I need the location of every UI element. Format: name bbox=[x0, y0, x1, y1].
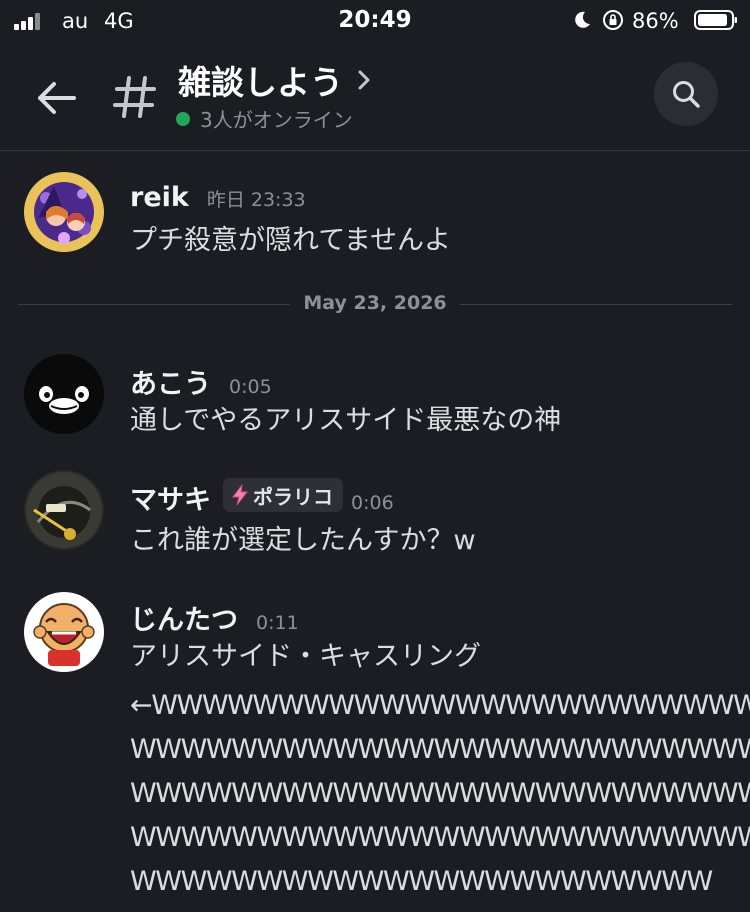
message-header: あこう 0:05 bbox=[130, 362, 272, 401]
search-button[interactable] bbox=[654, 62, 718, 126]
message-followup[interactable]: ←WWWWWWWWWWWWWWWWWWWWWWWWW WWWWWWWWWWWWW… bbox=[130, 684, 750, 904]
message-time: 0:06 bbox=[351, 492, 394, 514]
back-arrow-icon bbox=[38, 82, 76, 114]
status-time: 20:49 bbox=[338, 7, 412, 33]
lightning-bolt-icon bbox=[232, 484, 249, 506]
message-text: アリスサイド・キャスリング bbox=[130, 641, 481, 672]
signal-icon bbox=[14, 12, 46, 30]
moon-icon bbox=[575, 11, 590, 28]
message-item[interactable]: reik 昨日 23:33 プチ殺意が隠れてませんよ bbox=[0, 172, 750, 262]
author-name[interactable]: あこう bbox=[130, 362, 211, 401]
status-bar: au 4G 20:49 86% bbox=[0, 0, 750, 44]
author-name[interactable]: じんたつ bbox=[130, 598, 238, 637]
message-time: 昨日 23:33 bbox=[206, 189, 306, 211]
back-button[interactable] bbox=[30, 72, 82, 124]
message-header: reik 昨日 23:33 bbox=[130, 182, 306, 213]
search-icon bbox=[673, 81, 700, 108]
message-text-line: WWWWWWWWWWWWWWWWWWWWWWWWW bbox=[130, 734, 750, 765]
avatar[interactable] bbox=[24, 172, 104, 252]
rotation-lock-icon bbox=[603, 10, 623, 30]
author-name[interactable]: reik bbox=[130, 182, 189, 213]
message-text: 通しでやるアリスサイド最悪なの神 bbox=[130, 405, 562, 436]
chevron-right-icon bbox=[358, 70, 370, 90]
message-header: マサキ ポラリコ 0:06 bbox=[130, 478, 394, 517]
avatar-image bbox=[24, 172, 104, 252]
message-text: プチ殺意が隠れてませんよ bbox=[130, 225, 452, 256]
avatar[interactable] bbox=[24, 470, 104, 550]
carrier-label: au bbox=[62, 9, 89, 33]
message-text-line: WWWWWWWWWWWWWWWWWWWWWWWWW bbox=[130, 778, 750, 809]
message-text: これ誰が選定したんすか？w bbox=[130, 525, 476, 556]
battery-icon bbox=[694, 10, 737, 30]
online-dot-icon bbox=[176, 111, 190, 126]
clan-tag[interactable]: ポラリコ bbox=[223, 478, 343, 512]
hash-icon bbox=[113, 76, 156, 118]
channel-header: 雑談しよう 3人がオンライン bbox=[0, 44, 750, 150]
date-separator: May 23, 2026 bbox=[18, 290, 732, 320]
avatar[interactable] bbox=[24, 354, 104, 434]
channel-title[interactable]: 雑談しよう bbox=[178, 56, 371, 104]
message-text-line: WWWWWWWWWWWWWWWWWWWWWWWWW bbox=[130, 822, 750, 853]
message-time: 0:11 bbox=[256, 612, 299, 634]
message-time: 0:05 bbox=[229, 376, 272, 398]
message-header: じんたつ 0:11 bbox=[130, 598, 299, 637]
battery-percent: 86% bbox=[632, 9, 679, 33]
online-count: 3人がオンライン bbox=[200, 108, 353, 132]
network-type: 4G bbox=[104, 9, 134, 33]
channel-name: 雑談しよう bbox=[178, 63, 343, 102]
online-status: 3人がオンライン bbox=[176, 104, 353, 133]
avatar-image bbox=[24, 592, 104, 672]
author-name[interactable]: マサキ bbox=[130, 478, 211, 517]
avatar-image bbox=[24, 354, 104, 434]
message-item[interactable]: マサキ ポラリコ 0:06 これ誰が選定したんすか？w bbox=[0, 470, 750, 560]
avatar[interactable] bbox=[24, 592, 104, 672]
date-label: May 23, 2026 bbox=[303, 292, 447, 314]
message-item[interactable]: あこう 0:05 通しでやるアリスサイド最悪なの神 bbox=[0, 354, 750, 444]
header-divider bbox=[0, 150, 750, 151]
message-text-line: WWWWWWWWWWWWWWWWWWWWWWW bbox=[130, 866, 713, 897]
clan-tag-label: ポラリコ bbox=[253, 484, 333, 509]
avatar-image bbox=[24, 470, 104, 550]
message-text-line: ←WWWWWWWWWWWWWWWWWWWWWWWWW bbox=[130, 690, 750, 721]
